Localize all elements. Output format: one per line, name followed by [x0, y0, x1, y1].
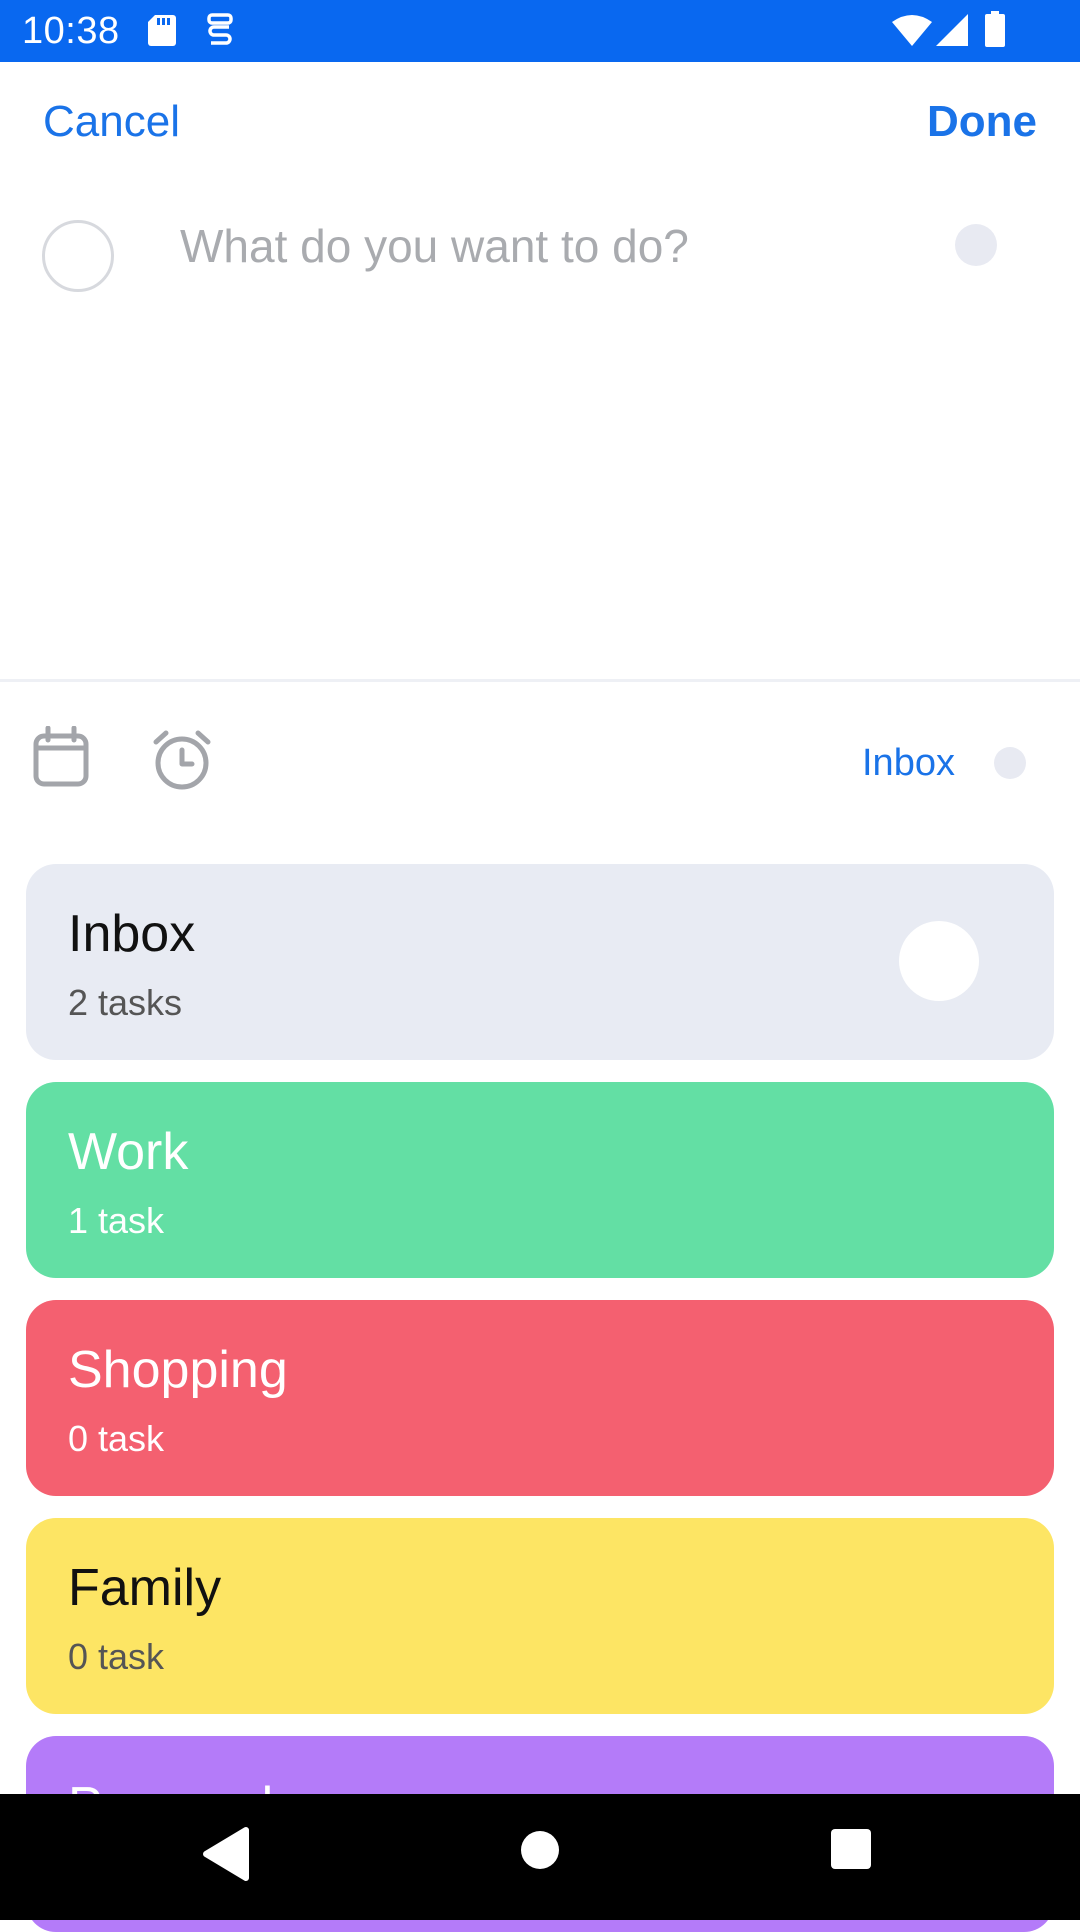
status-bar: 10:38 [0, 0, 1080, 62]
project-card-work[interactable]: Work 1 task [26, 1082, 1054, 1278]
recents-icon[interactable] [830, 1828, 872, 1875]
project-card-inbox[interactable]: Inbox 2 tasks [26, 864, 1054, 1060]
project-title: Shopping [68, 1341, 288, 1399]
task-title-input[interactable] [178, 216, 918, 276]
home-icon[interactable] [518, 1828, 562, 1877]
status-time: 10:38 [22, 10, 120, 52]
project-title: Work [68, 1123, 189, 1181]
project-selector-label[interactable]: Inbox [862, 740, 955, 786]
project-task-count: 2 tasks [68, 982, 183, 1023]
cell-signal-icon [936, 14, 968, 51]
navigation-bar [0, 1794, 1080, 1920]
project-title: Family [68, 1559, 222, 1617]
alarm-icon[interactable] [150, 728, 214, 797]
done-button[interactable]: Done [927, 96, 1037, 148]
task-color-dot[interactable] [955, 224, 997, 266]
cancel-button[interactable]: Cancel [43, 96, 180, 148]
calendar-icon[interactable] [32, 725, 90, 793]
project-color-dot[interactable] [994, 747, 1026, 779]
project-card-family[interactable]: Family 0 task [26, 1518, 1054, 1714]
sd-card-icon [147, 13, 177, 52]
selected-indicator [899, 921, 979, 1001]
project-task-count: 0 task [68, 1636, 165, 1677]
project-card-shopping[interactable]: Shopping 0 task [26, 1300, 1054, 1496]
project-task-count: 0 task [68, 1418, 165, 1459]
project-task-count: 1 task [68, 1200, 165, 1241]
battery-icon [984, 11, 1006, 52]
divider [0, 679, 1080, 682]
vpn-key-icon [205, 13, 235, 54]
back-icon[interactable] [200, 1824, 250, 1889]
project-title: Inbox [68, 905, 196, 963]
wifi-icon [892, 14, 932, 51]
task-complete-checkbox[interactable] [42, 220, 114, 292]
